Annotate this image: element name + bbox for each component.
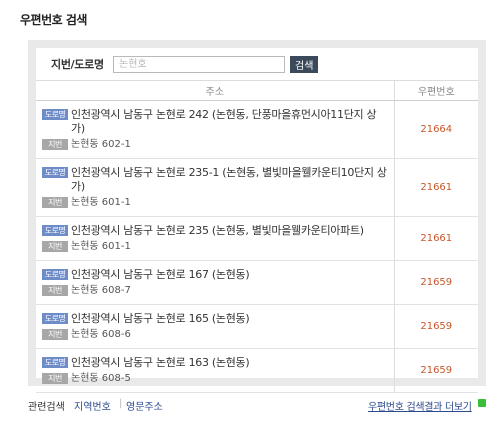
jibun-address[interactable]: 논현동 601-1 [71, 240, 131, 254]
road-address[interactable]: 인천광역시 남동구 논현로 235-1 (논현동, 별빛마을웰카운티10단지 상… [71, 166, 390, 194]
address-cell: 도로명 인천광역시 남동구 논현로 163 (논현동) 지번 논현동 608-5 [36, 348, 395, 393]
footer: 관련검색 지역번호 | 영문주소 우편번호 검색결과 더보기 [28, 398, 486, 413]
zip-cell[interactable]: 21659 [394, 260, 478, 305]
table-header-row: 주소 우편번호 [36, 81, 478, 101]
jibun-address[interactable]: 논현동 608-5 [71, 372, 131, 386]
address-cell: 도로명 인천광역시 남동구 논현로 242 (논현동, 단풍마을휴먼시아11단지 … [36, 100, 395, 159]
search-input[interactable] [113, 55, 285, 73]
jibun-address[interactable]: 논현동 608-7 [71, 284, 131, 298]
search-row: 지번/도로명 검색 [36, 48, 478, 81]
jibun-address[interactable]: 논현동 601-1 [71, 196, 131, 210]
jibun-badge: 지번 [42, 284, 68, 296]
more-results-link[interactable]: 우편번호 검색결과 더보기 [368, 398, 472, 413]
search-label: 지번/도로명 [51, 58, 104, 71]
result-table: 주소 우편번호 도로명 인천광역시 남동구 논현로 242 (논현동, 단풍마을휴… [36, 81, 478, 393]
related-search-label: 관련검색 [28, 402, 65, 413]
road-address[interactable]: 인천광역시 남동구 논현로 242 (논현동, 단풍마을휴먼시아11단지 상가) [71, 108, 390, 136]
address-cell: 도로명 인천광역시 남동구 논현로 165 (논현동) 지번 논현동 608-6 [36, 304, 395, 349]
page-title: 우편번호 검색 [20, 13, 87, 27]
table-row[interactable]: 도로명 인천광역시 남동구 논현로 163 (논현동) 지번 논현동 608-5 2… [36, 348, 478, 393]
jibun-badge: 지번 [42, 372, 68, 384]
header-zip: 우편번호 [394, 81, 478, 101]
road-badge: 도로명 [42, 356, 68, 368]
zip-cell[interactable]: 21659 [394, 304, 478, 349]
jibun-badge: 지번 [42, 328, 68, 340]
search-button[interactable]: 검색 [290, 55, 319, 73]
header-address: 주소 [36, 81, 395, 101]
green-square-icon [478, 399, 486, 407]
zip-cell[interactable]: 21664 [394, 100, 478, 159]
road-address[interactable]: 인천광역시 남동구 논현로 167 (논현동) [71, 268, 250, 282]
table-row[interactable]: 도로명 인천광역시 남동구 논현로 235 (논현동, 별빛마을웰카운티아파트) … [36, 216, 478, 261]
search-panel-inner: 지번/도로명 검색 주소 우편번호 도로명인천광역시 남동구 논현로 242 (… [36, 48, 478, 393]
address-cell: 도로명 인천광역시 남동구 논현로 235 (논현동, 별빛마을웰카운티아파트) … [36, 216, 395, 261]
road-address[interactable]: 인천광역시 남동구 논현로 235 (논현동, 별빛마을웰카운티아파트) [71, 224, 364, 238]
zip-cell[interactable]: 21659 [394, 348, 478, 393]
zip-cell[interactable]: 21661 [394, 216, 478, 261]
road-badge: 도로명 [42, 268, 68, 280]
zip-cell[interactable]: 21661 [394, 158, 478, 217]
road-badge: 도로명 [42, 312, 68, 324]
road-badge: 도로명 [42, 224, 68, 236]
english-address-link[interactable]: 영문주소 [126, 398, 163, 413]
road-badge: 도로명 [42, 108, 68, 120]
search-panel: 지번/도로명 검색 주소 우편번호 도로명인천광역시 남동구 논현로 242 (… [28, 40, 486, 393]
address-cell: 도로명 인천광역시 남동구 논현로 167 (논현동) 지번 논현동 608-7 [36, 260, 395, 305]
jibun-badge: 지번 [42, 138, 68, 150]
address-cell: 도로명 인천광역시 남동구 논현로 235-1 (논현동, 별빛마을웰카운티10단… [36, 158, 395, 217]
jibun-address[interactable]: 논현동 608-6 [71, 328, 131, 342]
table-row[interactable]: 도로명 인천광역시 남동구 논현로 165 (논현동) 지번 논현동 608-6 2… [36, 304, 478, 349]
region-code-link[interactable]: 지역번호 [74, 398, 111, 413]
jibun-badge: 지번 [42, 240, 68, 252]
table-row[interactable]: 도로명 인천광역시 남동구 논현로 167 (논현동) 지번 논현동 608-7 2… [36, 260, 478, 305]
table-row[interactable]: 도로명 인천광역시 남동구 논현로 235-1 (논현동, 별빛마을웰카운티10단… [36, 158, 478, 217]
footer-separator: | [119, 398, 123, 409]
table-row[interactable]: 도로명 인천광역시 남동구 논현로 242 (논현동, 단풍마을휴먼시아11단지 … [36, 100, 478, 159]
jibun-address[interactable]: 논현동 602-1 [71, 138, 131, 152]
road-address[interactable]: 인천광역시 남동구 논현로 165 (논현동) [71, 312, 250, 326]
jibun-badge: 지번 [42, 196, 68, 208]
road-badge: 도로명 [42, 166, 68, 178]
road-address[interactable]: 인천광역시 남동구 논현로 163 (논현동) [71, 356, 250, 370]
